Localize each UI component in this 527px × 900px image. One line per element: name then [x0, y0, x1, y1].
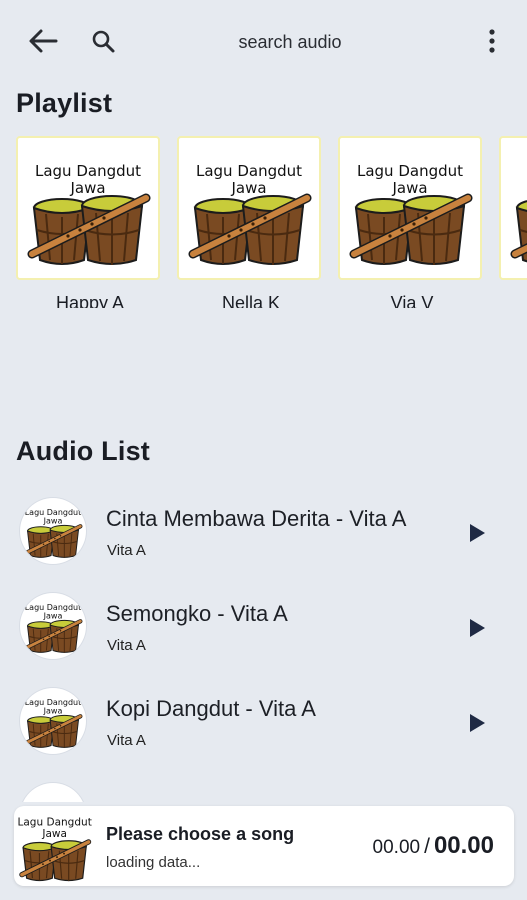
playlist-card[interactable]: Lagu Dangdut Jawa Happy A — [16, 136, 164, 308]
playlist-name: Via V — [390, 293, 434, 308]
audio-list[interactable]: Lagu Dangdut Jawa Cinta Membawa Derita -… — [0, 490, 527, 802]
audio-list-item[interactable]: Lagu Dangdut Jawa Cinta Membawa Derita -… — [0, 490, 527, 585]
search-button[interactable] — [90, 28, 118, 56]
svg-text:Jawa: Jawa — [43, 516, 63, 525]
audio-thumbnail — [20, 783, 86, 802]
playlist-cover: Lagu Dangdut Jawa — [177, 136, 321, 280]
play-icon — [470, 619, 485, 637]
cover-caption-line1: Lagu Dangdut — [196, 162, 302, 180]
svg-text:Jawa: Jawa — [41, 828, 67, 840]
player-title: Please choose a song — [106, 824, 295, 844]
audio-artist: Vita A — [107, 542, 146, 559]
search-input[interactable] — [140, 24, 440, 60]
play-icon — [470, 524, 485, 542]
search-icon — [92, 30, 115, 53]
cover-caption-line2: Jawa — [69, 179, 105, 197]
svg-text:Jawa: Jawa — [43, 611, 63, 620]
playlist-carousel[interactable]: Lagu Dangdut Jawa Happy A Lagu Dangdut J… — [0, 136, 527, 316]
more-options-button[interactable] — [480, 26, 504, 56]
time-separator: / — [424, 835, 430, 858]
playlist-heading: Playlist — [16, 88, 113, 118]
playlist-card[interactable]: Lagu Dangdut Jawa Via V — [338, 136, 486, 308]
audio-list-heading: Audio List — [16, 436, 150, 466]
audio-thumbnail: Lagu Dangdut Jawa — [20, 593, 86, 659]
svg-text:Jawa: Jawa — [43, 706, 63, 715]
total-time: 00.00 — [433, 832, 494, 859]
audio-list-item[interactable]: Lagu Dangdut Jawa Kopi Dangdut - Vita A … — [0, 680, 527, 775]
play-button[interactable] — [466, 712, 488, 734]
playlist-cover: Lagu Dangdut Jawa — [16, 136, 160, 280]
svg-text:Lagu Dangdut: Lagu Dangdut — [25, 698, 82, 707]
svg-text:Lagu Dangdut: Lagu Dangdut — [17, 817, 91, 829]
cover-caption-line1: Lagu Dangdut — [35, 162, 141, 180]
audio-title: Semongko - Vita A — [106, 601, 288, 626]
playlist-card[interactable]: Lagu Dangdut Jawa Nella K — [177, 136, 325, 308]
player-artwork: Lagu Dangdut Jawa — [16, 808, 98, 884]
cover-caption-line2: Jawa — [391, 179, 427, 197]
playlist-name: Happy A — [55, 293, 125, 308]
arrow-left-icon — [29, 29, 58, 53]
playlist-cover: Lagu Dangdut Jawa — [338, 136, 482, 280]
audio-list-item-partial[interactable] — [0, 775, 527, 802]
audio-artist: Vita A — [107, 637, 146, 654]
play-button[interactable] — [466, 617, 488, 639]
playlist-card-partial[interactable] — [499, 136, 527, 280]
audio-title: Kopi Dangdut - Vita A — [106, 696, 316, 721]
svg-text:Lagu Dangdut: Lagu Dangdut — [25, 508, 82, 517]
top-app-bar — [0, 0, 527, 84]
more-vertical-icon — [489, 29, 495, 53]
svg-text:Lagu Dangdut: Lagu Dangdut — [25, 603, 82, 612]
play-button[interactable] — [466, 522, 488, 544]
audio-thumbnail: Lagu Dangdut Jawa — [20, 688, 86, 754]
back-button[interactable] — [26, 26, 60, 56]
current-time: 00.00 — [372, 837, 421, 858]
player-status: loading data... — [106, 854, 201, 871]
player-time: 00.00/00.00 — [373, 832, 494, 860]
cover-caption-line2: Jawa — [230, 179, 266, 197]
cover-caption-line1: Lagu Dangdut — [357, 162, 463, 180]
playlist-name: Nella K — [221, 293, 281, 308]
audio-list-item[interactable]: Lagu Dangdut Jawa Semongko - Vita A Vita… — [0, 585, 527, 680]
play-icon — [470, 714, 485, 732]
playlist-cover — [499, 136, 527, 280]
audio-thumbnail: Lagu Dangdut Jawa — [20, 498, 86, 564]
audio-title: Cinta Membawa Derita - Vita A — [106, 506, 407, 531]
mini-player[interactable]: Lagu Dangdut Jawa Please choose a song l… — [14, 806, 514, 886]
audio-artist: Vita A — [107, 732, 146, 749]
